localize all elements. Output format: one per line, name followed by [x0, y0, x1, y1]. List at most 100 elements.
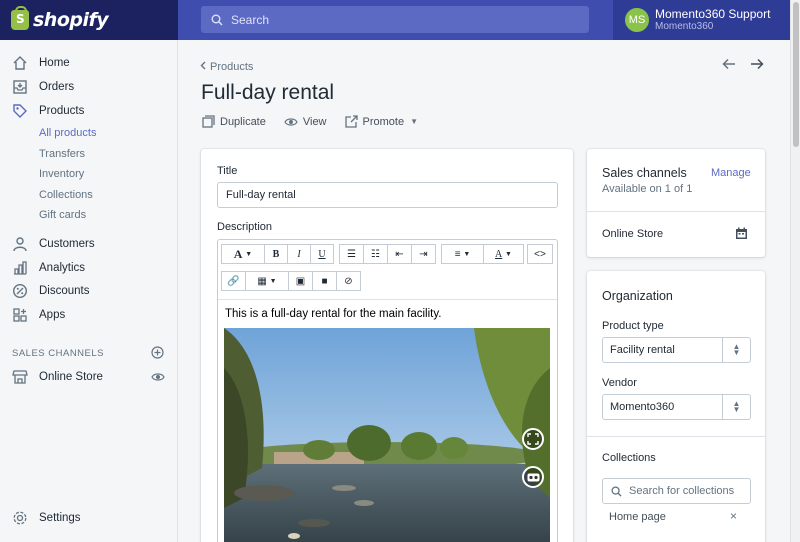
text-color-button[interactable]: A ▼ — [483, 244, 524, 264]
sales-channels-card: Sales channels Manage Available on 1 of … — [587, 149, 765, 257]
collections-search-input[interactable]: Search for collections — [602, 478, 751, 504]
font-format-button[interactable]: A ▼ — [221, 244, 265, 264]
align-button[interactable]: ≡ ▼ — [441, 244, 484, 264]
duplicate-icon — [202, 115, 215, 128]
code-view-button[interactable]: <> — [527, 244, 553, 264]
sidebar-item-analytics[interactable]: Analytics — [0, 258, 85, 278]
search-icon — [611, 485, 622, 497]
bold-button[interactable]: B — [264, 244, 288, 264]
description-editor[interactable]: A ▼ B I U ☰ ☷ ⇤ ⇥ ≡ ▼ A ▼ <> 🔗 ▦ ▼ ▣ ■ ⊘… — [217, 239, 558, 542]
view-button[interactable]: View — [284, 116, 327, 128]
underline-button[interactable]: U — [310, 244, 334, 264]
duplicate-button[interactable]: Duplicate — [202, 115, 266, 128]
sidebar-item-home[interactable]: Home — [0, 53, 70, 73]
sidebar-item-settings[interactable]: Settings — [0, 508, 81, 528]
sidebar-item-label: Home — [39, 57, 70, 69]
sidebar-item-gift-cards[interactable]: Gift cards — [39, 209, 86, 221]
sidebar-item-orders[interactable]: Orders — [0, 77, 74, 97]
outdent-icon[interactable]: ⇤ — [387, 244, 412, 264]
sidebar-item-collections[interactable]: Collections — [39, 189, 93, 201]
collections-label: Collections — [602, 452, 656, 464]
store-icon — [11, 368, 29, 386]
search-icon — [211, 14, 223, 26]
person-icon — [11, 235, 29, 253]
brand-name: shopify — [33, 9, 109, 31]
sidebar-item-label: Settings — [39, 512, 81, 524]
sidebar-item-all-products[interactable]: All products — [39, 127, 96, 139]
home-icon — [11, 54, 29, 72]
fullscreen-icon[interactable] — [522, 428, 544, 450]
description-label: Description — [217, 221, 273, 233]
link-icon[interactable]: 🔗 — [221, 271, 246, 291]
user-menu[interactable]: MS Momento360 Support Momento360 — [613, 0, 790, 40]
product-type-select[interactable]: Facility rental ▲ ▼ — [602, 337, 751, 363]
sidebar-item-inventory[interactable]: Inventory — [39, 168, 84, 180]
divider — [587, 211, 765, 212]
channel-online-store: Online Store — [602, 228, 664, 240]
external-link-icon — [344, 115, 358, 128]
brand-logo[interactable]: shopify — [0, 0, 178, 40]
page-scrollbar[interactable] — [790, 0, 800, 542]
sidebar-item-label: Analytics — [39, 262, 86, 274]
embedded-360-photo[interactable] — [224, 328, 550, 542]
promote-label: Promote — [362, 115, 405, 128]
page-title: Full-day rental — [201, 81, 335, 104]
add-channel-icon[interactable] — [151, 346, 164, 362]
bullet-list-icon[interactable]: ☰ — [339, 244, 364, 264]
product-type-value: Facility rental — [610, 344, 675, 356]
scrollbar-thumb[interactable] — [793, 2, 799, 147]
indent-icon[interactable]: ⇥ — [411, 244, 436, 264]
clear-format-icon[interactable]: ⊘ — [336, 271, 361, 291]
organization-title: Organization — [602, 289, 673, 303]
search-input[interactable]: Search — [201, 6, 589, 33]
image-icon[interactable]: ▣ — [288, 271, 313, 291]
sidebar-item-discounts[interactable]: Discounts — [0, 281, 90, 301]
gear-icon — [11, 509, 29, 527]
vendor-label: Vendor — [602, 377, 637, 389]
arrow-left-icon[interactable] — [722, 58, 736, 73]
arrow-right-icon[interactable] — [750, 58, 764, 73]
sidebar-item-apps[interactable]: Apps — [0, 305, 65, 325]
product-details-card: Title Full-day rental Description A ▼ B … — [201, 149, 573, 542]
sidebar-item-label: Apps — [39, 309, 66, 321]
sidebar-item-label: Orders — [39, 81, 75, 93]
sidebar-item-transfers[interactable]: Transfers — [39, 148, 85, 160]
description-text[interactable]: This is a full-day rental for the main f… — [225, 308, 441, 320]
apps-icon — [11, 306, 29, 324]
shopify-bag-icon — [11, 6, 29, 30]
divider — [587, 436, 765, 437]
sales-channels-title: Sales channels — [602, 166, 687, 180]
product-type-label: Product type — [602, 320, 664, 332]
sidebar-item-customers[interactable]: Customers — [0, 234, 95, 254]
sidebar-item-online-store[interactable]: Online Store — [0, 367, 103, 387]
sales-channels-heading: SALES CHANNELS — [12, 348, 105, 359]
tag-icon — [11, 102, 29, 120]
top-bar: shopify Search MS Momento360 Support Mom… — [0, 0, 790, 40]
vendor-select[interactable]: Momento360 ▲ ▼ — [602, 394, 751, 420]
remove-collection-icon[interactable]: × — [730, 509, 737, 523]
sidebar-item-label: Customers — [39, 238, 95, 250]
calendar-icon[interactable] — [735, 227, 748, 243]
collections-placeholder: Search for collections — [629, 485, 735, 497]
italic-button[interactable]: I — [287, 244, 311, 264]
numbered-list-icon[interactable]: ☷ — [363, 244, 388, 264]
caret-down-icon: ▼ — [410, 117, 419, 126]
vr-headset-icon[interactable] — [522, 466, 544, 488]
bar-chart-icon — [11, 259, 29, 277]
sidebar: Home Orders Products All products Transf… — [0, 40, 178, 542]
sidebar-item-products[interactable]: Products — [0, 101, 84, 121]
search-placeholder: Search — [231, 12, 270, 27]
video-icon[interactable]: ■ — [312, 271, 337, 291]
title-label: Title — [217, 165, 238, 177]
channels-availability: Available on 1 of 1 — [602, 183, 693, 195]
promote-button[interactable]: Promote ▼ — [344, 115, 419, 128]
manage-link[interactable]: Manage — [711, 167, 751, 179]
table-button[interactable]: ▦ ▼ — [245, 271, 289, 291]
sidebar-item-label: Products — [39, 105, 85, 117]
breadcrumb[interactable]: Products — [200, 61, 253, 73]
eye-icon — [284, 117, 298, 126]
user-name: Momento360 Support — [655, 7, 771, 21]
collection-tag-home-page: Home page — [609, 511, 666, 523]
eye-icon[interactable] — [151, 371, 165, 386]
title-input[interactable]: Full-day rental — [217, 182, 558, 208]
